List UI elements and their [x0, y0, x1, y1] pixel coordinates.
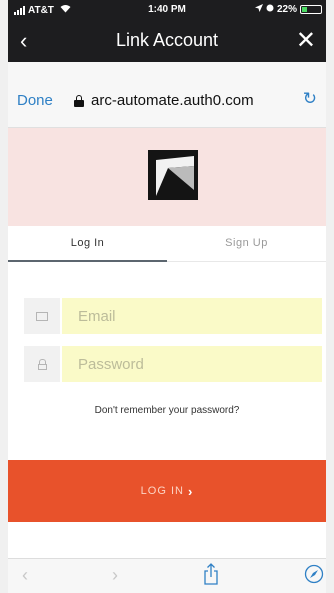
browser-forward-icon[interactable]: ›	[112, 565, 118, 586]
company-logo	[148, 150, 198, 200]
content-spacer	[8, 522, 326, 558]
compass-icon[interactable]	[304, 564, 324, 589]
url-text: arc-automate.auth0.com	[91, 92, 254, 109]
chevron-right-icon: ›	[187, 483, 194, 499]
login-form: Don't remember your password?	[8, 262, 326, 460]
reload-icon[interactable]: ↻	[303, 89, 317, 109]
done-button[interactable]: Done	[17, 92, 53, 109]
battery-icon	[300, 5, 322, 14]
url-display: arc-automate.auth0.com	[74, 92, 254, 109]
battery-percent: 22%	[276, 4, 297, 15]
email-input[interactable]	[62, 298, 322, 334]
browser-back-icon[interactable]: ‹	[22, 565, 28, 586]
tab-sign-up[interactable]: Sign Up	[167, 226, 326, 262]
alarm-icon	[266, 4, 274, 15]
password-icon-box	[24, 346, 60, 382]
status-right: 22%	[254, 4, 322, 15]
location-icon	[254, 4, 263, 15]
email-field	[24, 298, 322, 334]
nav-bar: ‹ Link Account ✕	[8, 24, 326, 58]
page-title: Link Account	[115, 30, 219, 50]
login-button-label: LOG IN	[140, 485, 184, 497]
screen: AT&T 1:40 PM 22% ‹ Link Account ✕ Done a…	[0, 0, 334, 593]
browser-bar: Done arc-automate.auth0.com ↻	[8, 62, 326, 128]
password-input[interactable]	[62, 346, 322, 382]
auth-tabs: Log In Sign Up	[8, 226, 326, 262]
lock-icon	[74, 94, 84, 107]
email-icon-box	[24, 298, 60, 334]
auth-header	[8, 128, 326, 226]
password-field	[24, 346, 322, 382]
share-icon[interactable]	[203, 563, 219, 590]
app-header: AT&T 1:40 PM 22% ‹ Link Account ✕	[8, 0, 326, 62]
login-button[interactable]: LOG IN ›	[8, 460, 326, 522]
password-lock-icon	[37, 358, 47, 370]
mail-icon	[36, 311, 48, 321]
status-bar: AT&T 1:40 PM 22%	[8, 0, 326, 20]
browser-toolbar: ‹ ›	[8, 558, 326, 593]
tab-log-in[interactable]: Log In	[8, 226, 167, 262]
close-icon[interactable]: ✕	[296, 26, 316, 55]
forgot-password-link[interactable]: Don't remember your password?	[8, 405, 326, 416]
